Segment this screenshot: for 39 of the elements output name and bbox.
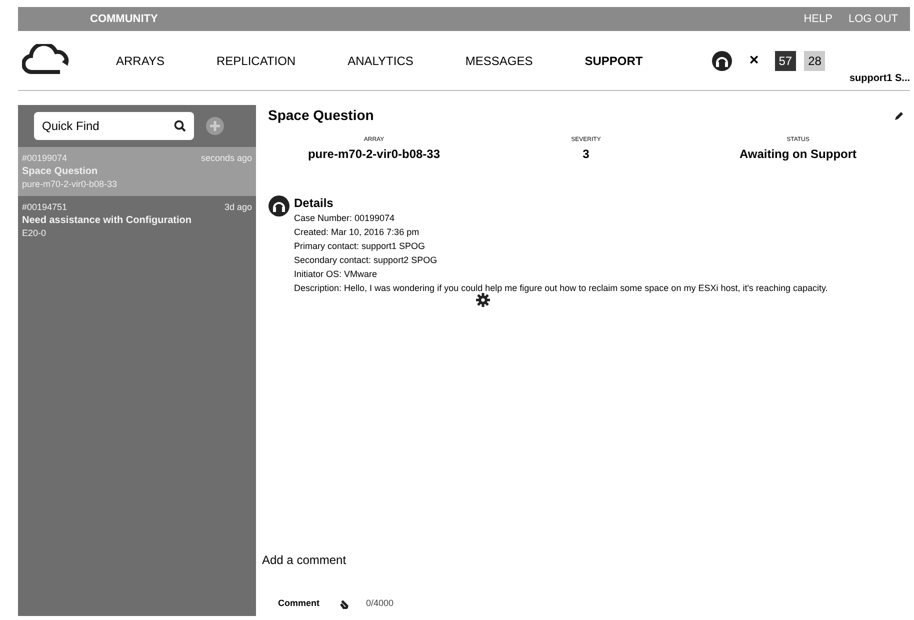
case-number: #00199074 bbox=[22, 152, 68, 165]
array-name: E20-0 bbox=[22, 227, 48, 240]
detail-line: Case Number: 00199074 bbox=[294, 212, 396, 225]
detail-line: Primary contact: support1 SPOG bbox=[294, 240, 426, 253]
nav-tab[interactable]: REPLICATION bbox=[216, 52, 296, 70]
case-time: seconds ago bbox=[200, 152, 252, 165]
detail-line: Created: Mar 10, 2016 7:36 pm bbox=[294, 226, 420, 239]
details-heading: Details bbox=[294, 195, 334, 211]
close-button[interactable]: × bbox=[749, 48, 759, 72]
user-name[interactable]: support1 S... bbox=[849, 71, 910, 86]
case-list-item[interactable]: #00194751 3d ago Need assistance with Configuration E20-0 bbox=[18, 196, 256, 245]
case-title: Space Question bbox=[268, 106, 374, 125]
case-number: #00194751 bbox=[22, 201, 68, 214]
detail-line: Secondary contact: support2 SPOG bbox=[294, 254, 438, 267]
headset-icon[interactable] bbox=[711, 50, 734, 72]
nav-tab[interactable]: MESSAGES bbox=[465, 52, 533, 70]
field-value: Awaiting on Support bbox=[739, 146, 857, 163]
field-value: 3 bbox=[582, 146, 590, 163]
detail-line: Initiator OS: VMware bbox=[294, 268, 378, 281]
nav-tab[interactable]: ARRAYS bbox=[116, 52, 164, 70]
array-name: pure-m70-2-vir0-b08-33 bbox=[22, 178, 118, 191]
case-title: Space Question bbox=[22, 165, 99, 178]
add-comment-label[interactable]: Add a comment bbox=[262, 550, 904, 568]
count-badge[interactable]: 28 bbox=[804, 50, 826, 70]
search-icon[interactable] bbox=[174, 120, 186, 132]
add-icon[interactable] bbox=[206, 117, 224, 135]
nav-tab[interactable]: SUPPORT bbox=[584, 52, 643, 70]
search-field[interactable]: Quick Find bbox=[34, 112, 194, 140]
case-title: Need assistance with Configuration bbox=[22, 214, 192, 227]
field-value: pure-m70-2-vir0-b08-33 bbox=[308, 146, 440, 163]
nav-tab[interactable]: ANALYTICS bbox=[348, 52, 414, 70]
comment-label: Comment bbox=[278, 596, 321, 610]
headset-icon bbox=[268, 195, 290, 217]
count-badge[interactable]: 57 bbox=[774, 50, 796, 70]
pencil-icon[interactable] bbox=[894, 110, 904, 120]
character-count: 0/4000 bbox=[366, 596, 394, 610]
case-time: 3d ago bbox=[224, 201, 252, 214]
gear-icon[interactable] bbox=[476, 293, 490, 307]
detail-line: Description: Hello, I was wondering if you could help me figure out how to reclaim some space on my ESXi host, it's reaching capacity. bbox=[294, 282, 829, 295]
